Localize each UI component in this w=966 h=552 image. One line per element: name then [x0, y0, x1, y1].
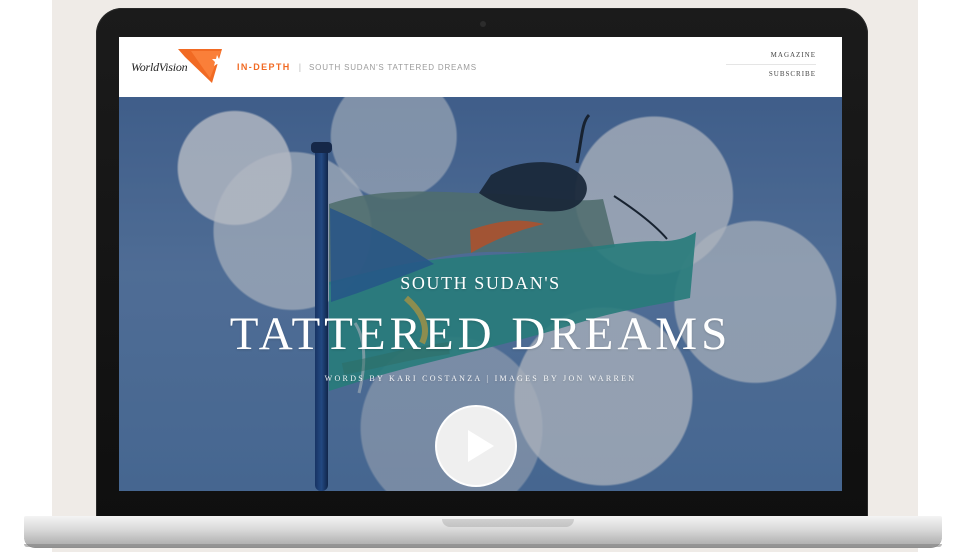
story-title: SOUTH SUDAN'S TATTERED DREAMS — [309, 62, 477, 72]
laptop-notch — [442, 519, 574, 527]
header-separator: | — [298, 62, 302, 72]
subscribe-link[interactable]: SUBSCRIBE — [726, 65, 816, 83]
laptop-screen: WorldVision IN-DEPTH | SOUTH SUDAN'S TAT… — [119, 37, 842, 491]
hero-title: TATTERED DREAMS — [229, 308, 732, 360]
hero-copy: SOUTH SUDAN'S TATTERED DREAMS WORDS BY K… — [119, 97, 842, 491]
play-button[interactable] — [435, 405, 517, 487]
laptop-lip — [24, 544, 942, 547]
hero-image: SOUTH SUDAN'S TATTERED DREAMS WORDS BY K… — [119, 97, 842, 491]
magazine-link[interactable]: MAGAZINE — [726, 46, 816, 65]
header-navigation: MAGAZINE SUBSCRIBE — [726, 46, 816, 83]
hero-credits: WORDS BY KARI COSTANZA | IMAGES BY JON W… — [324, 374, 637, 383]
worldvision-logo-icon — [178, 49, 230, 84]
site-header: WorldVision IN-DEPTH | SOUTH SUDAN'S TAT… — [119, 37, 842, 97]
camera-icon — [480, 21, 486, 27]
brand-logo[interactable]: WorldVision — [131, 49, 229, 85]
play-icon — [468, 430, 494, 462]
section-label: IN-DEPTH — [237, 62, 291, 72]
laptop-base — [24, 516, 942, 547]
hero-kicker: SOUTH SUDAN'S — [400, 273, 561, 293]
page-stage: WorldVision IN-DEPTH | SOUTH SUDAN'S TAT… — [0, 0, 966, 552]
